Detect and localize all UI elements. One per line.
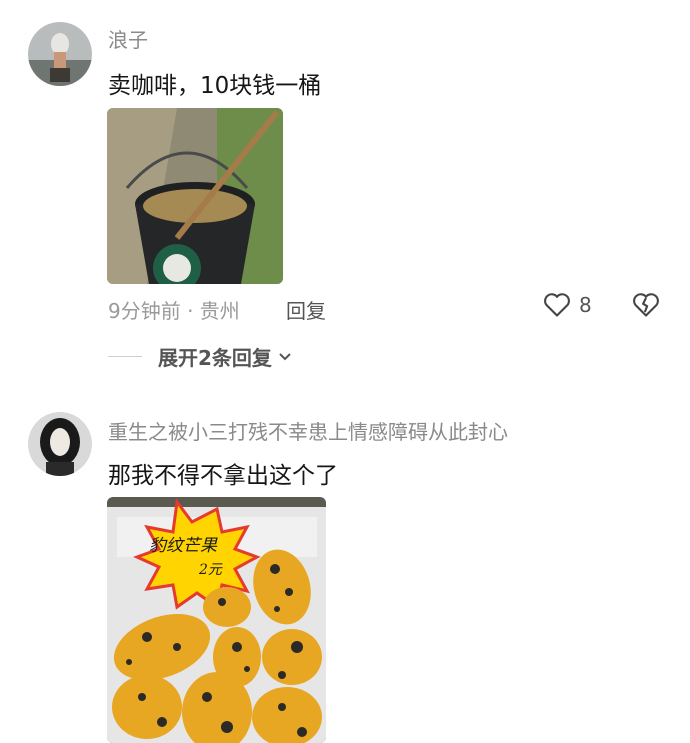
comment-2: 重生之被小三打残不幸患上情感障碍从此封心 那我不得不拿出这个了 豹纹芒果 2元 [0,380,690,743]
comment-1: 浪子 卖咖啡，10块钱一桶 9分钟前 · 贵州 回复 8 展开2条回复 [0,0,690,380]
avatar-image [28,22,92,86]
like-count: 8 [579,293,592,317]
username[interactable]: 浪子 [108,24,148,53]
price-sign-price: 2元 [199,562,222,578]
expand-replies[interactable]: 展开2条回复 [108,342,292,371]
divider-line [108,356,142,357]
comment-text: 那我不得不拿出这个了 [108,463,338,489]
username[interactable]: 重生之被小三打残不幸患上情感障碍从此封心 [108,416,508,445]
avatar-image [28,412,92,476]
avatar[interactable] [28,22,92,86]
bucket-photo [107,108,283,284]
price-sign-text: 豹纹芒果 [149,536,217,556]
avatar[interactable] [28,412,92,476]
comment-text: 卖咖啡，10块钱一桶 [108,73,322,99]
heart-icon [544,293,570,317]
like-button[interactable]: 8 [543,292,592,318]
reply-button[interactable]: 回复 [286,295,326,324]
comment-meta: 9分钟前 · 贵州 [108,299,240,323]
dislike-button[interactable] [632,292,660,322]
chevron-down-icon [279,352,291,360]
expand-replies-label: 展开2条回复 [158,346,272,370]
comment-image-bucket[interactable] [107,108,283,284]
broken-heart-icon [633,293,659,317]
comment-image-mango[interactable]: 豹纹芒果 2元 [107,497,326,743]
